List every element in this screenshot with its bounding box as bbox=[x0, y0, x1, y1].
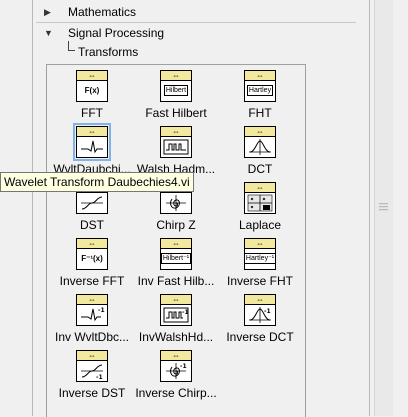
inverse-cosine-glyph-icon: -1 bbox=[245, 304, 275, 325]
item-label: DCT bbox=[247, 162, 273, 176]
palette-item-inverse-wavelet[interactable]: ⇔ -1 Inv WvltDbc... bbox=[47, 294, 137, 348]
square-wave-glyph-icon bbox=[161, 136, 191, 157]
fft-icon: ⇔ F(x) bbox=[76, 70, 108, 102]
palette-item-inverse-fft[interactable]: ⇔ F⁻¹(x) Inverse FFT bbox=[47, 238, 137, 292]
inverse-dct-icon: ⇔ -1 bbox=[244, 294, 276, 326]
fht-icon: ⇔ Hartley bbox=[244, 70, 276, 102]
palette-item-inverse-walsh-hadamard[interactable]: ⇔ -1 InvWalshHd... bbox=[131, 294, 221, 348]
inverse-hartley-glyph: Hartley⁻¹ bbox=[243, 253, 277, 264]
inverse-fft-glyph: F⁻¹(x) bbox=[81, 254, 103, 263]
dct-icon: ⇔ bbox=[244, 126, 276, 158]
inverse-wavelet-icon: ⇔ -1 bbox=[76, 294, 108, 326]
inverse-fft-icon: ⇔ F⁻¹(x) bbox=[76, 238, 108, 270]
category-mathematics[interactable]: ▶ Mathematics bbox=[36, 2, 356, 22]
s-plane-glyph-icon bbox=[245, 192, 275, 213]
item-label: Inverse DCT bbox=[226, 330, 294, 344]
expand-arrow-icon[interactable]: ▶ bbox=[44, 2, 51, 22]
palette-item-laplace[interactable]: ⇔ Laplace bbox=[215, 182, 305, 236]
inverse-chirp-z-icon: ⇔ -1 bbox=[160, 350, 192, 382]
hartley-glyph: Hartley bbox=[246, 85, 274, 96]
svg-text:-1: -1 bbox=[264, 308, 271, 315]
category-signal-processing[interactable]: ▼ Signal Processing bbox=[36, 23, 356, 43]
walsh-hadamard-icon: ⇔ bbox=[160, 126, 192, 158]
palette-item-inverse-dct[interactable]: ⇔ -1 Inverse DCT bbox=[215, 294, 305, 348]
inverse-fast-hilbert-icon: ⇔ Hilbert⁻¹ bbox=[160, 238, 192, 270]
palette-item-fast-hilbert[interactable]: ⇔ Hilbert Fast Hilbert bbox=[131, 70, 221, 124]
item-label: Laplace bbox=[238, 218, 282, 232]
spiral-glyph-icon bbox=[161, 192, 191, 213]
svg-text:-1: -1 bbox=[182, 309, 189, 316]
fft-glyph: F(x) bbox=[84, 86, 100, 95]
inverse-dst-icon: ⇔ -1 bbox=[76, 350, 108, 382]
item-label: FHT bbox=[248, 106, 272, 120]
transforms-palette: ⇔ F(x) FFT ⇔ Hilbert Fast Hilbert ⇔ Hart… bbox=[46, 64, 306, 417]
item-label: Inverse FHT bbox=[226, 274, 293, 288]
palette-item-inverse-dst[interactable]: ⇔ -1 Inverse DST bbox=[47, 350, 137, 404]
hilbert-glyph: Hilbert bbox=[163, 85, 189, 96]
palette-item-fft[interactable]: ⇔ F(x) FFT bbox=[47, 70, 137, 124]
inverse-fht-icon: ⇔ Hartley⁻¹ bbox=[243, 238, 277, 270]
category-label: Signal Processing bbox=[68, 26, 165, 40]
item-label: Inverse Chirp... bbox=[135, 386, 217, 400]
inverse-square-wave-glyph-icon: -1 bbox=[161, 304, 191, 325]
tree-connector-icon bbox=[68, 41, 75, 51]
wavelet-daubechies-icon: ⇔ bbox=[73, 123, 111, 161]
scrollbar[interactable]: — — — bbox=[374, 0, 393, 416]
laplace-icon: ⇔ bbox=[244, 182, 276, 214]
wavelet-glyph-icon bbox=[77, 136, 107, 157]
palette-item-dct[interactable]: ⇔ DCT bbox=[215, 126, 305, 180]
tooltip: Wavelet Transform Daubechies4.vi bbox=[0, 172, 194, 192]
svg-text:-1: -1 bbox=[96, 374, 103, 380]
sine-glyph-icon bbox=[77, 192, 107, 213]
palette-item-inverse-fast-hilbert[interactable]: ⇔ Hilbert⁻¹ Inv Fast Hilb... bbox=[131, 238, 221, 292]
collapse-arrow-icon[interactable]: ▼ bbox=[44, 23, 53, 43]
svg-text:-1: -1 bbox=[98, 307, 105, 314]
cosine-glyph-icon bbox=[245, 136, 275, 157]
inverse-sine-glyph-icon: -1 bbox=[77, 360, 107, 381]
inverse-wavelet-glyph-icon: -1 bbox=[77, 304, 107, 325]
inverse-walsh-hadamard-icon: ⇔ -1 bbox=[160, 294, 192, 326]
svg-text:-1: -1 bbox=[180, 363, 187, 370]
inverse-hilbert-glyph: Hilbert⁻¹ bbox=[160, 253, 192, 264]
palette-item-inverse-fht[interactable]: ⇔ Hartley⁻¹ Inverse FHT bbox=[215, 238, 305, 292]
scroll-grip-icon[interactable]: — — — bbox=[379, 199, 389, 214]
inverse-spiral-glyph-icon: -1 bbox=[161, 360, 191, 381]
category-label: Mathematics bbox=[68, 5, 137, 19]
subcategory-transforms[interactable]: Transforms bbox=[78, 44, 138, 60]
palette-item-inverse-chirp-z[interactable]: ⇔ -1 Inverse Chirp... bbox=[131, 350, 221, 404]
palette-item-fht[interactable]: ⇔ Hartley FHT bbox=[215, 70, 305, 124]
fast-hilbert-icon: ⇔ Hilbert bbox=[160, 70, 192, 102]
